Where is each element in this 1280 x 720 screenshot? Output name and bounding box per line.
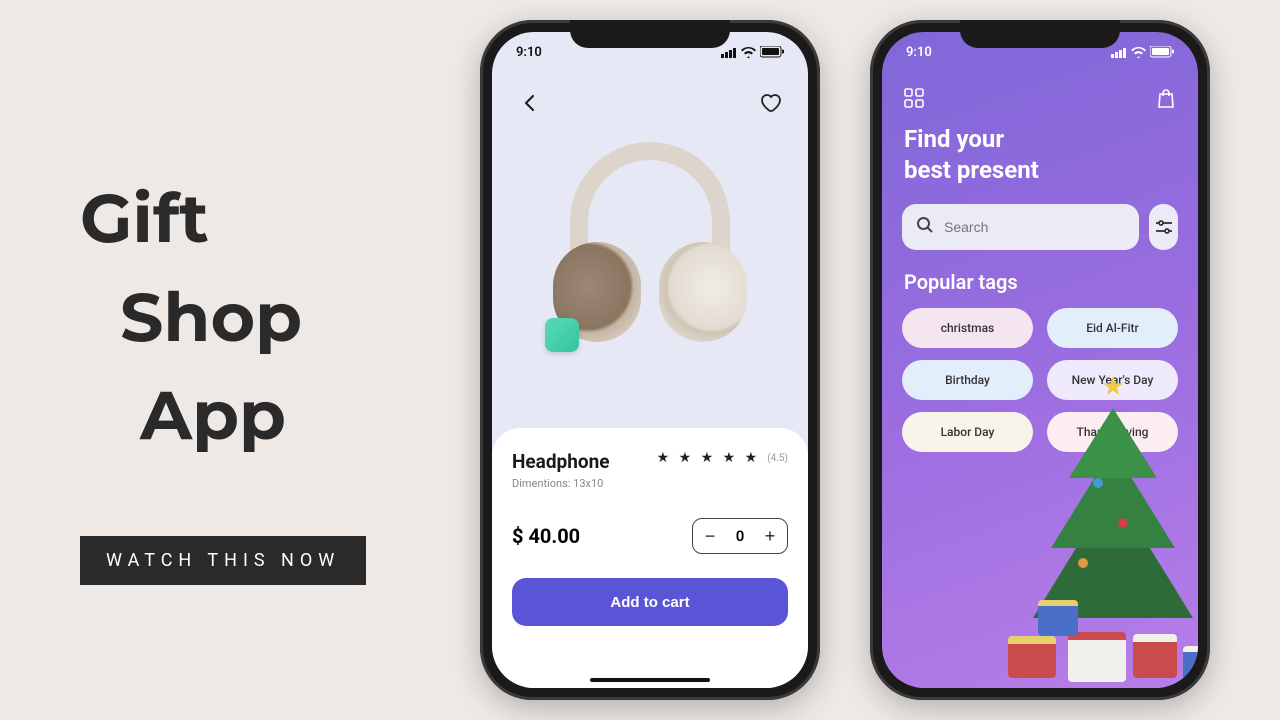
tag-thanksgiving[interactable]: Thanksgiving	[1047, 412, 1178, 452]
watch-now-button[interactable]: WATCH THIS NOW	[80, 536, 366, 585]
product-sheet: Headphone Dimentions: 13x10 ★ ★ ★ ★ ★ (4…	[492, 428, 808, 688]
quantity-value: 0	[727, 527, 753, 545]
product-image	[535, 132, 765, 362]
wifi-icon	[741, 47, 756, 58]
heading-line-2: best present	[904, 155, 1039, 186]
quantity-stepper[interactable]: − 0 +	[692, 518, 788, 554]
favorite-button[interactable]	[756, 88, 786, 118]
headline-line-1: Gift	[80, 177, 209, 260]
product-rating: ★ ★ ★ ★ ★ (4.5)	[657, 450, 788, 466]
increment-button[interactable]: +	[753, 519, 787, 553]
shopping-bag-icon[interactable]	[1156, 88, 1176, 113]
heading-line-1: Find your	[904, 124, 1039, 155]
status-time: 9:10	[906, 45, 932, 60]
decrement-button[interactable]: −	[693, 519, 727, 553]
product-price: $ 40.00	[512, 524, 580, 548]
tag-new-years-day[interactable]: New Year's Day	[1047, 360, 1178, 400]
search-input[interactable]	[944, 219, 1125, 235]
headline-line-3: App	[80, 367, 366, 466]
search-icon	[916, 216, 934, 238]
battery-icon	[760, 46, 784, 58]
signal-icon	[1111, 47, 1127, 58]
battery-icon	[1150, 46, 1174, 58]
tag-eid-al-fitr[interactable]: Eid Al-Fitr	[1047, 308, 1178, 348]
phone-mockup-product: 9:10 H	[480, 20, 820, 700]
search-input-container[interactable]	[902, 204, 1139, 250]
product-dimensions: Dimentions: 13x10	[512, 477, 610, 490]
wifi-icon	[1131, 47, 1146, 58]
tag-christmas[interactable]: christmas	[902, 308, 1033, 348]
color-swatch[interactable]	[545, 318, 579, 352]
tag-labor-day[interactable]: Labor Day	[902, 412, 1033, 452]
headline-line-2: Shop	[80, 269, 366, 368]
rating-count: (4.5)	[767, 453, 788, 464]
tag-birthday[interactable]: Birthday	[902, 360, 1033, 400]
search-heading: Find your best present	[904, 124, 1039, 186]
home-indicator	[590, 678, 710, 682]
status-time: 9:10	[516, 45, 542, 60]
back-button[interactable]	[514, 88, 544, 118]
grid-menu-icon[interactable]	[904, 88, 924, 113]
star-icons: ★ ★ ★ ★ ★	[657, 450, 761, 466]
signal-icon	[721, 47, 737, 58]
promo-headline: Gift Shop App	[80, 170, 366, 466]
phone-mockup-search: 9:10 Find your best present	[870, 20, 1210, 700]
popular-tags-title: Popular tags	[904, 270, 1018, 294]
filter-button[interactable]	[1149, 204, 1178, 250]
tag-grid: christmas Eid Al-Fitr Birthday New Year'…	[902, 308, 1178, 452]
add-to-cart-button[interactable]: Add to cart	[512, 578, 788, 626]
product-title: Headphone	[512, 450, 610, 473]
